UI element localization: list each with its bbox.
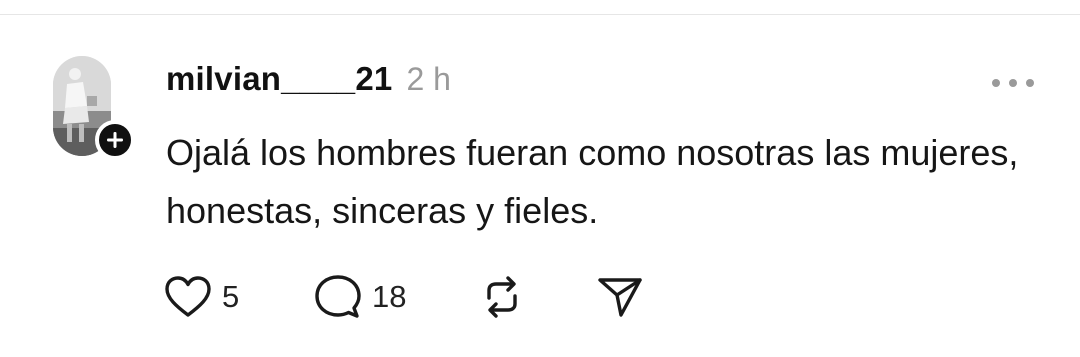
send-icon [598,278,642,317]
like-button[interactable]: 5 [164,275,314,319]
like-count: 5 [222,279,240,314]
post-timestamp: 2 h [406,61,451,97]
repost-button[interactable] [479,274,597,320]
reply-button[interactable]: 18 [314,274,479,320]
heart-icon [165,276,211,317]
reply-count: 18 [372,279,407,314]
speech-bubble-icon [315,275,361,318]
follow-button[interactable] [95,120,135,160]
post-text: Ojalá los hombres fueran como nosotras l… [166,132,1019,231]
more-horizontal-icon [992,79,1034,87]
avatar-container [53,56,143,160]
post-header: milvian____21 2 h [166,60,451,106]
action-bar: 5 18 [164,272,657,322]
share-button[interactable] [597,275,657,319]
username[interactable]: milvian____21 [166,60,392,98]
thread-post: milvian____21 2 h Ojalá los hombres fuer… [0,0,1080,357]
repost-icon [487,276,517,318]
plus-icon [107,132,123,148]
more-options-button[interactable] [988,68,1038,98]
